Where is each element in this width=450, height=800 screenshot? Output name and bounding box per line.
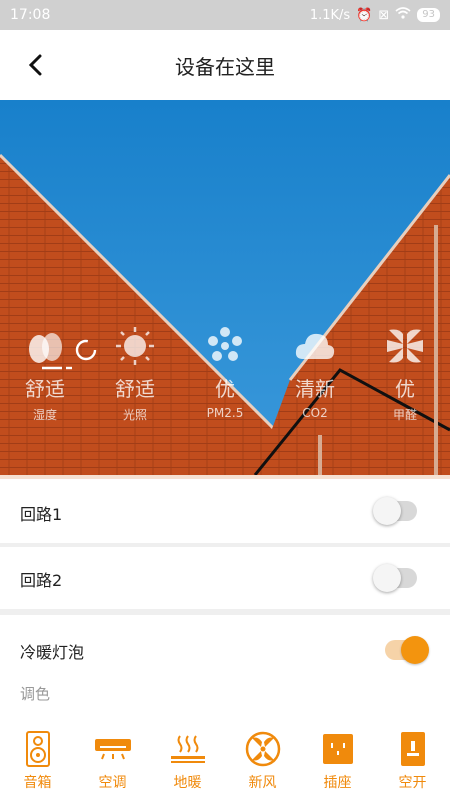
toggle-knob xyxy=(373,497,401,525)
network-speed: 1.1K/s xyxy=(309,7,351,23)
status-bar: 17:08 1.1K/s ⏰ ⊠ 93 xyxy=(0,0,450,30)
egg-drops-icon xyxy=(25,325,65,367)
switch-label: 回路1 xyxy=(20,505,63,524)
alarm-off-icon: ⏰ xyxy=(356,7,373,23)
sensor-value: 舒适 xyxy=(25,377,65,401)
circuit2-toggle[interactable] xyxy=(373,564,417,592)
sensor-pm25: 优 PM2.5 xyxy=(180,325,270,423)
speaker-icon xyxy=(25,730,51,768)
circuit1-toggle[interactable] xyxy=(373,497,417,525)
page-title: 设备在这里 xyxy=(175,54,275,79)
sensor-value: 清新 xyxy=(295,377,335,401)
tab-label: 音箱 xyxy=(23,775,52,791)
tab-floor-heating[interactable]: 地暖 xyxy=(150,720,225,800)
sensor-value: 舒适 xyxy=(115,377,155,401)
switch-row-bulb: 冷暖灯泡 调色 xyxy=(0,615,450,720)
tab-label: 空调 xyxy=(98,775,127,791)
socket-icon xyxy=(322,730,354,768)
sensor-humidity: 舒适 湿度 xyxy=(0,325,90,423)
switch-label: 回路2 xyxy=(20,571,63,590)
sensor-label: 湿度 xyxy=(32,408,57,422)
toggle-knob xyxy=(373,564,401,592)
particles-icon xyxy=(205,325,245,367)
switch-row-circuit2: 回路2 xyxy=(0,547,450,609)
tab-air-conditioner[interactable]: 空调 xyxy=(75,720,150,800)
tab-socket[interactable]: 插座 xyxy=(300,720,375,800)
wifi-icon xyxy=(395,7,411,23)
tab-label: 地暖 xyxy=(173,775,202,791)
switch-label: 冷暖灯泡 xyxy=(20,643,85,662)
breaker-icon xyxy=(400,730,426,768)
bulb-toggle[interactable] xyxy=(385,636,429,664)
status-time: 17:08 xyxy=(10,7,51,23)
sensor-label: PM2.5 xyxy=(206,406,244,420)
sensor-value: 优 xyxy=(215,377,235,401)
header: 设备在这里 xyxy=(0,30,450,100)
floor-heating-icon xyxy=(170,730,206,768)
tab-label: 新风 xyxy=(248,775,277,791)
switch-row-circuit1: 回路1 xyxy=(0,479,450,543)
tab-label: 空开 xyxy=(398,775,427,791)
hero-banner: 舒适 湿度 舒适 光照 优 PM2.5 清新 CO2 优 甲醛 xyxy=(0,100,450,475)
cloud-icon xyxy=(295,325,335,367)
sun-icon xyxy=(115,325,155,367)
tab-breaker[interactable]: 空开 xyxy=(375,720,450,800)
sensor-label: 甲醛 xyxy=(392,408,417,422)
sensor-light: 舒适 光照 xyxy=(90,325,180,423)
tab-label: 插座 xyxy=(323,775,352,791)
color-adjust-label[interactable]: 调色 xyxy=(20,683,50,704)
battery-indicator: 93 xyxy=(417,8,440,22)
petals-icon xyxy=(385,325,425,367)
sensor-label: CO2 xyxy=(302,406,328,420)
sim-icon: ⊠ xyxy=(378,7,390,23)
fan-icon xyxy=(245,730,281,768)
air-conditioner-icon xyxy=(94,730,132,768)
tab-speaker[interactable]: 音箱 xyxy=(0,720,75,800)
sensor-formaldehyde: 优 甲醛 xyxy=(360,325,450,423)
chevron-left-icon xyxy=(28,54,42,76)
back-button[interactable] xyxy=(22,52,48,78)
status-right: 1.1K/s ⏰ ⊠ 93 xyxy=(310,7,440,23)
sensor-row: 舒适 湿度 舒适 光照 优 PM2.5 清新 CO2 优 甲醛 xyxy=(0,325,450,423)
device-tabbar: 音箱 空调 地暖 新风 插座 空开 xyxy=(0,720,450,800)
tab-fresh-air[interactable]: 新风 xyxy=(225,720,300,800)
sensor-value: 优 xyxy=(395,377,415,401)
sensor-co2: 清新 CO2 xyxy=(270,325,360,423)
sensor-label: 光照 xyxy=(122,408,147,422)
toggle-knob xyxy=(401,636,429,664)
